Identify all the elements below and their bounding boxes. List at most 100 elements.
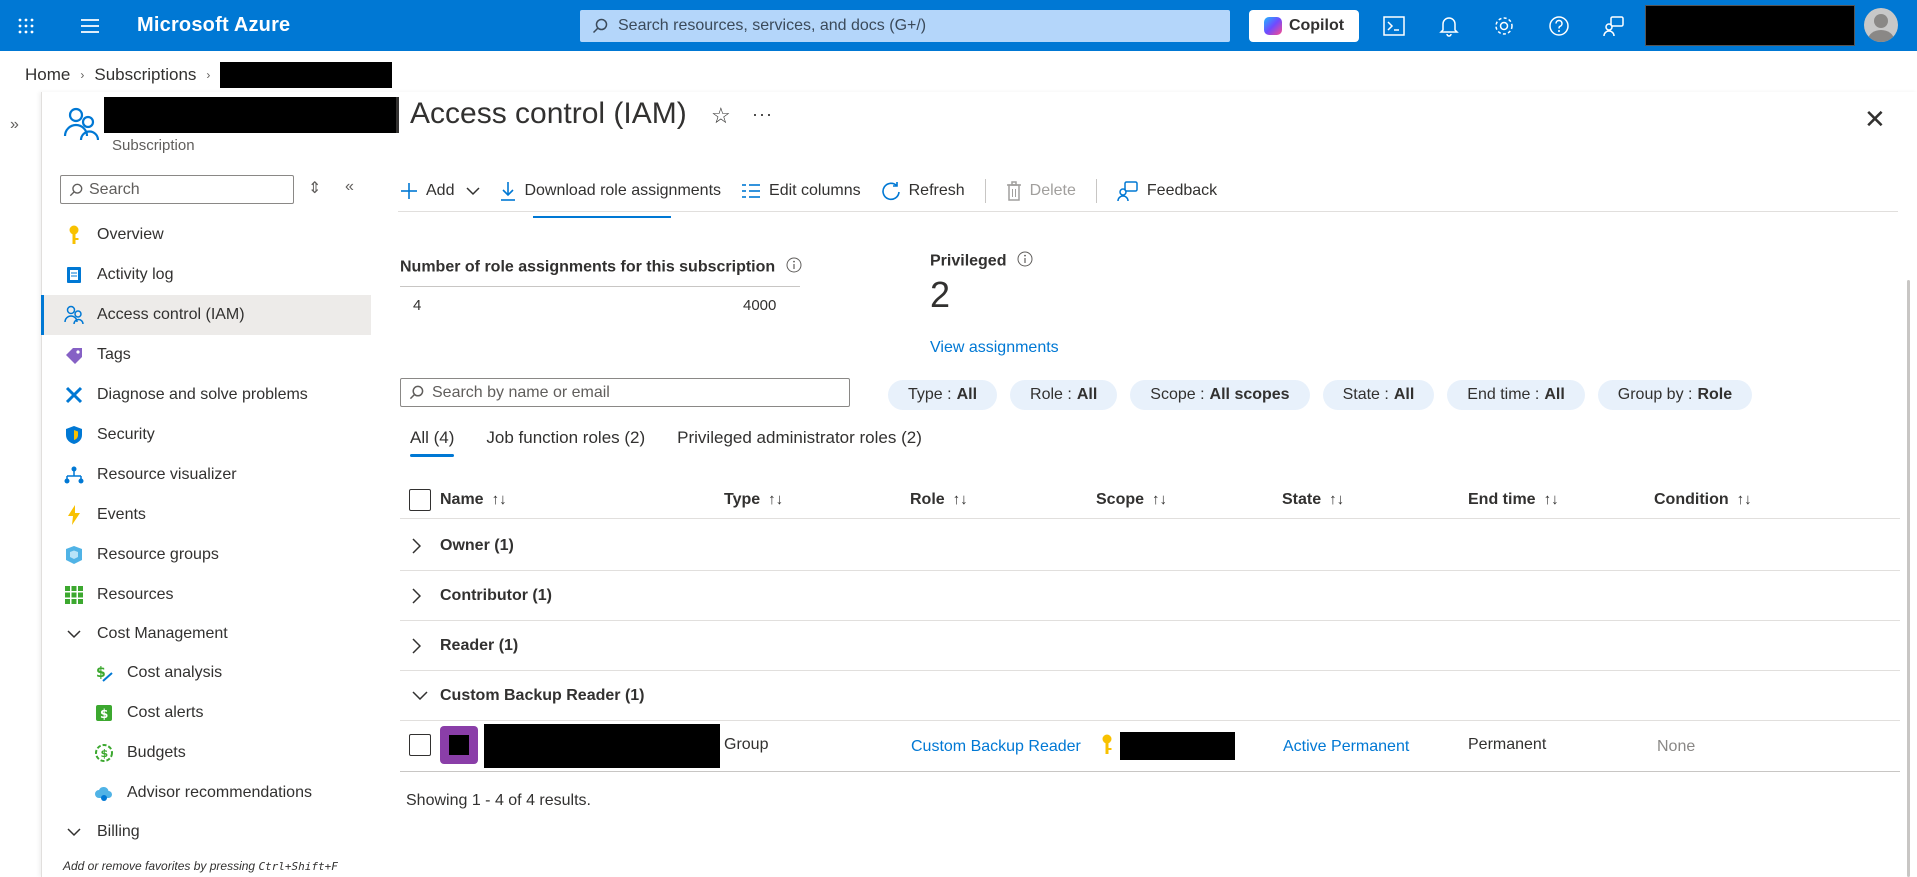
sort-toggle-icon[interactable]: ⇕ <box>308 178 321 198</box>
expand-menu-icon[interactable]: » <box>10 116 19 134</box>
row-state-link[interactable]: Active Permanent <box>1283 738 1409 756</box>
sidebar-item-cost-alerts[interactable]: $ Cost alerts <box>41 693 371 733</box>
copilot-button[interactable]: Copilot <box>1249 10 1359 42</box>
sidebar-item-resource-groups[interactable]: Resource groups <box>41 535 371 575</box>
filter-state-pill[interactable]: State : All <box>1322 380 1435 410</box>
column-header-state[interactable]: State ↑↓ <box>1282 491 1344 509</box>
sidebar-item-advisor[interactable]: Advisor recommendations <box>41 773 371 813</box>
sidebar-group-cost-management[interactable]: Cost Management <box>41 615 371 653</box>
global-search-input[interactable]: Search resources, services, and docs (G+… <box>580 10 1230 42</box>
sort-icon[interactable]: ↑↓ <box>1737 491 1752 508</box>
sort-icon[interactable]: ↑↓ <box>492 491 507 508</box>
column-header-scope[interactable]: Scope ↑↓ <box>1096 491 1167 509</box>
results-count: Showing 1 - 4 of 4 results. <box>406 792 591 809</box>
sidebar-item-resource-visualizer[interactable]: Resource visualizer <box>41 455 371 495</box>
app-launcher-icon[interactable] <box>0 0 51 51</box>
info-icon[interactable] <box>1017 251 1033 272</box>
sidebar-item-access-control[interactable]: Access control (IAM) <box>41 295 371 335</box>
table-row[interactable]: Group Custom Backup Reader Active Perman… <box>400 722 1900 772</box>
more-options-icon[interactable]: ··· <box>752 104 773 125</box>
chevron-right-icon[interactable] <box>412 537 432 554</box>
download-role-assignments-button[interactable]: Download role assignments <box>500 181 721 201</box>
chevron-right-icon[interactable] <box>412 637 432 654</box>
help-icon[interactable] <box>1533 0 1585 51</box>
account-redacted[interactable] <box>1645 5 1855 46</box>
column-header-end-time[interactable]: End time ↑↓ <box>1468 491 1559 509</box>
collapse-sidebar-icon[interactable]: « <box>345 178 354 196</box>
privileged-label: Privileged <box>930 251 1033 272</box>
checkbox[interactable] <box>409 488 431 511</box>
sidebar-item-label: Resource visualizer <box>97 466 237 483</box>
cloud-shell-icon[interactable] <box>1368 0 1420 51</box>
notifications-bell-icon[interactable] <box>1423 0 1475 51</box>
filter-role-pill[interactable]: Role : All <box>1010 380 1118 410</box>
group-row-contributor[interactable]: Contributor (1) <box>400 571 1900 621</box>
chevron-right-icon[interactable] <box>412 587 432 604</box>
people-icon <box>63 106 100 147</box>
sidebar-item-overview[interactable]: Overview <box>41 215 371 255</box>
sort-icon[interactable]: ↑↓ <box>1152 491 1167 508</box>
filter-key: Group by : <box>1617 386 1693 403</box>
sort-icon[interactable]: ↑↓ <box>1544 491 1559 508</box>
row-role-link[interactable]: Custom Backup Reader <box>911 738 1081 756</box>
breadcrumb-home[interactable]: Home <box>25 65 70 85</box>
tab-all[interactable]: All (4) <box>410 428 455 457</box>
view-assignments-link[interactable]: View assignments <box>930 339 1059 357</box>
row-checkbox[interactable] <box>409 734 431 756</box>
filter-type-pill[interactable]: Type : All <box>888 380 998 410</box>
column-header-condition[interactable]: Condition ↑↓ <box>1654 491 1752 509</box>
settings-gear-icon[interactable] <box>1478 0 1530 51</box>
principal-name-redacted[interactable] <box>484 724 720 768</box>
filter-group-by-pill[interactable]: Group by : Role <box>1597 380 1753 410</box>
sidebar-item-diagnose[interactable]: Diagnose and solve problems <box>41 375 371 415</box>
group-row-reader[interactable]: Reader (1) <box>400 621 1900 671</box>
add-button[interactable]: Add <box>400 182 480 200</box>
sidebar-group-billing[interactable]: Billing <box>41 813 371 851</box>
tab-job-function-roles[interactable]: Job function roles (2) <box>486 428 645 457</box>
tab-privileged-admin-roles[interactable]: Privileged administrator roles (2) <box>677 428 922 457</box>
feedback-label: Feedback <box>1146 182 1218 199</box>
name-email-search-input[interactable]: Search by name or email <box>400 378 850 407</box>
sidebar-item-resources[interactable]: Resources <box>41 575 371 615</box>
filter-scope-pill[interactable]: Scope : All scopes <box>1130 380 1310 410</box>
group-label: Custom Backup Reader (1) <box>440 686 645 704</box>
avatar[interactable] <box>1864 8 1898 42</box>
sidebar-item-cost-analysis[interactable]: $ Cost analysis <box>41 653 371 693</box>
sort-icon[interactable]: ↑↓ <box>768 491 783 508</box>
sidebar-item-budgets[interactable]: $ Budgets <box>41 733 371 773</box>
column-header-name[interactable]: Name ↑↓ <box>440 491 507 509</box>
column-header-type[interactable]: Type ↑↓ <box>724 491 783 509</box>
sort-icon[interactable]: ↑↓ <box>1329 491 1344 508</box>
sort-icon[interactable]: ↑↓ <box>953 491 968 508</box>
group-row-owner[interactable]: Owner (1) <box>400 521 1900 571</box>
sidebar-item-security[interactable]: Security <box>41 415 371 455</box>
delete-button[interactable]: Delete <box>1006 181 1076 201</box>
group-row-custom-backup-reader[interactable]: Custom Backup Reader (1) <box>400 671 1900 721</box>
favorite-star-icon[interactable]: ☆ <box>711 103 731 129</box>
column-header-role[interactable]: Role ↑↓ <box>910 491 968 509</box>
sidebar-item-activity-log[interactable]: Activity log <box>41 255 371 295</box>
chevron-down-icon[interactable] <box>412 691 432 700</box>
privileged-label-text: Privileged <box>930 252 1007 270</box>
close-icon[interactable]: ✕ <box>1864 104 1886 135</box>
vertical-scrollbar[interactable] <box>1907 280 1910 877</box>
breadcrumb-subscriptions[interactable]: Subscriptions <box>94 65 196 85</box>
breadcrumb-subscription-redacted[interactable] <box>220 62 393 88</box>
scope-redacted[interactable] <box>1120 732 1235 760</box>
edit-columns-button[interactable]: Edit columns <box>741 182 861 200</box>
trash-icon <box>1006 181 1022 201</box>
sidebar-item-events[interactable]: Events <box>41 495 371 535</box>
brand-title[interactable]: Microsoft Azure <box>137 14 290 37</box>
sidebar-item-tags[interactable]: Tags <box>41 335 371 375</box>
toolbar-divider-line <box>398 211 1898 212</box>
refresh-button[interactable]: Refresh <box>881 181 965 201</box>
sidebar-search-input[interactable]: Search <box>60 175 294 204</box>
feedback-button[interactable]: Feedback <box>1117 180 1217 202</box>
info-icon[interactable] <box>786 257 802 278</box>
hamburger-menu-icon[interactable] <box>64 0 115 51</box>
select-all-checkbox[interactable] <box>409 488 431 511</box>
checkbox[interactable] <box>409 734 431 756</box>
filter-end-time-pill[interactable]: End time : All <box>1447 380 1585 410</box>
feedback-person-icon[interactable] <box>1588 0 1640 51</box>
role-assignments-current: 4 <box>413 297 422 314</box>
